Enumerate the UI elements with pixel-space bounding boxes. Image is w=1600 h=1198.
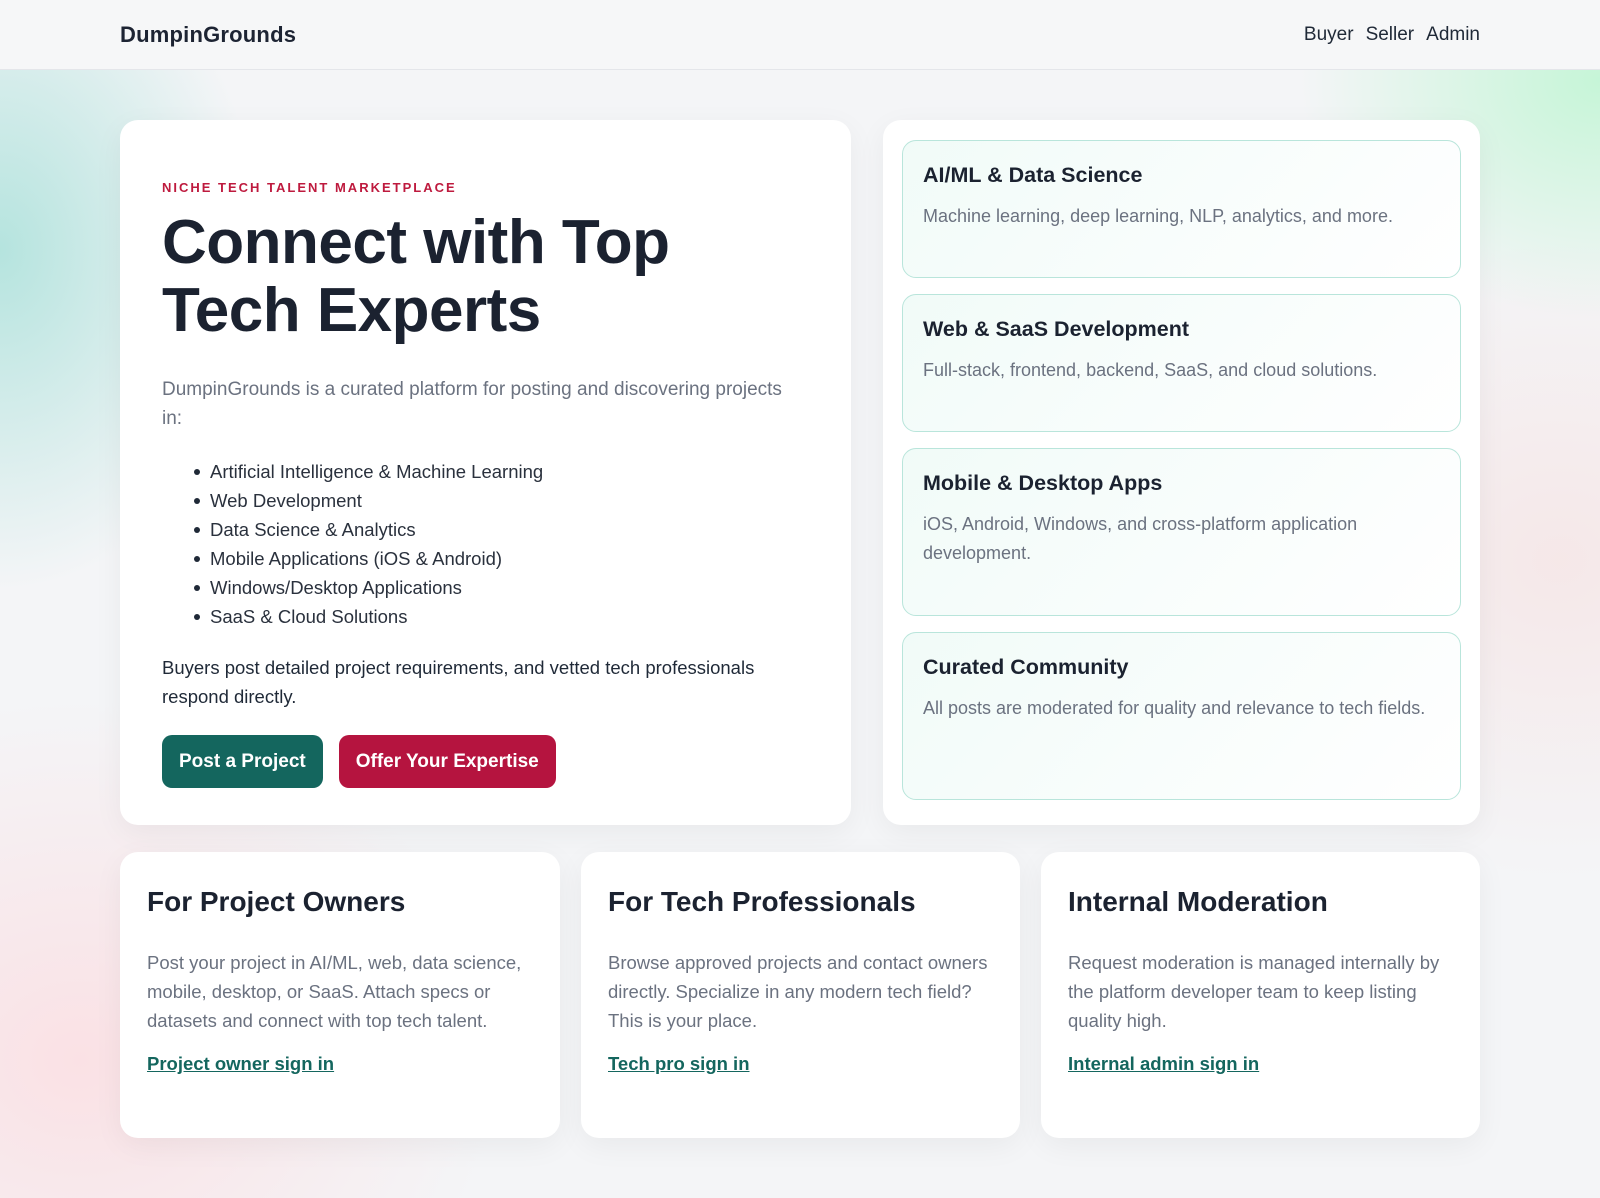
features-card: AI/ML & Data Science Machine learning, d… (883, 120, 1480, 825)
feature-title: Curated Community (923, 655, 1129, 679)
feature-mobile-desktop: Mobile & Desktop Apps iOS, Android, Wind… (902, 448, 1461, 616)
feature-ai-ml: AI/ML & Data Science Machine learning, d… (902, 140, 1461, 278)
project-owner-sign-in-link[interactable]: Project owner sign in (147, 1053, 334, 1075)
nav-link-seller[interactable]: Seller (1366, 24, 1415, 46)
tech-pro-sign-in-link[interactable]: Tech pro sign in (608, 1053, 750, 1075)
list-item: SaaS & Cloud Solutions (194, 602, 809, 631)
hero-intro: DumpinGrounds is a curated platform for … (162, 379, 782, 429)
hero-title-line-1: Connect with Top (162, 208, 670, 277)
internal-admin-sign-in-link[interactable]: Internal admin sign in (1068, 1053, 1259, 1075)
feature-curated-community: Curated Community All posts are moderate… (902, 632, 1461, 800)
feature-title: Web & SaaS Development (923, 317, 1190, 341)
info-card-internal-moderation: Internal Moderation Request moderation i… (1041, 852, 1480, 1138)
feature-title: AI/ML & Data Science (923, 163, 1143, 187)
feature-desc: All posts are moderated for quality and … (923, 698, 1426, 718)
list-item: Data Science & Analytics (194, 515, 809, 544)
hero-eyebrow: NICHE TECH TALENT MARKETPLACE (162, 180, 457, 195)
feature-desc: Full-stack, frontend, backend, SaaS, and… (923, 360, 1378, 380)
hero-outro: Buyers post detailed project requirement… (162, 657, 755, 707)
info-card-desc: Browse approved projects and contact own… (608, 952, 988, 1031)
list-item: Windows/Desktop Applications (194, 573, 809, 602)
feature-web-saas: Web & SaaS Development Full-stack, front… (902, 294, 1461, 432)
category-list: Artificial Intelligence & Machine Learni… (162, 457, 809, 631)
post-project-button[interactable]: Post a Project (162, 735, 323, 788)
feature-title: Mobile & Desktop Apps (923, 471, 1163, 495)
hero-title-line-2: Tech Experts (162, 276, 541, 345)
info-card-desc: Post your project in AI/ML, web, data sc… (147, 952, 522, 1031)
list-item: Artificial Intelligence & Machine Learni… (194, 457, 809, 486)
brand-logo-text[interactable]: DumpinGrounds (120, 22, 296, 48)
info-card-title: For Project Owners (147, 886, 406, 917)
feature-desc: iOS, Android, Windows, and cross-platfor… (923, 514, 1358, 563)
info-card-title: Internal Moderation (1068, 886, 1328, 917)
main-nav: Buyer Seller Admin (1304, 24, 1480, 46)
nav-link-buyer[interactable]: Buyer (1304, 24, 1354, 46)
list-item: Web Development (194, 486, 809, 515)
hero-title: Connect with Top Tech Experts (162, 209, 809, 345)
feature-desc: Machine learning, deep learning, NLP, an… (923, 206, 1393, 226)
list-item: Mobile Applications (iOS & Android) (194, 544, 809, 573)
top-nav-bar: DumpinGrounds Buyer Seller Admin (0, 0, 1600, 70)
nav-link-admin[interactable]: Admin (1426, 24, 1480, 46)
info-card-project-owners: For Project Owners Post your project in … (120, 852, 560, 1138)
hero-actions: Post a Project Offer Your Expertise (162, 735, 809, 788)
hero-card: NICHE TECH TALENT MARKETPLACE Connect wi… (120, 120, 851, 825)
info-card-title: For Tech Professionals (608, 886, 916, 917)
offer-expertise-button[interactable]: Offer Your Expertise (338, 735, 556, 788)
info-card-desc: Request moderation is managed internally… (1068, 952, 1440, 1031)
info-card-tech-professionals: For Tech Professionals Browse approved p… (581, 852, 1020, 1138)
